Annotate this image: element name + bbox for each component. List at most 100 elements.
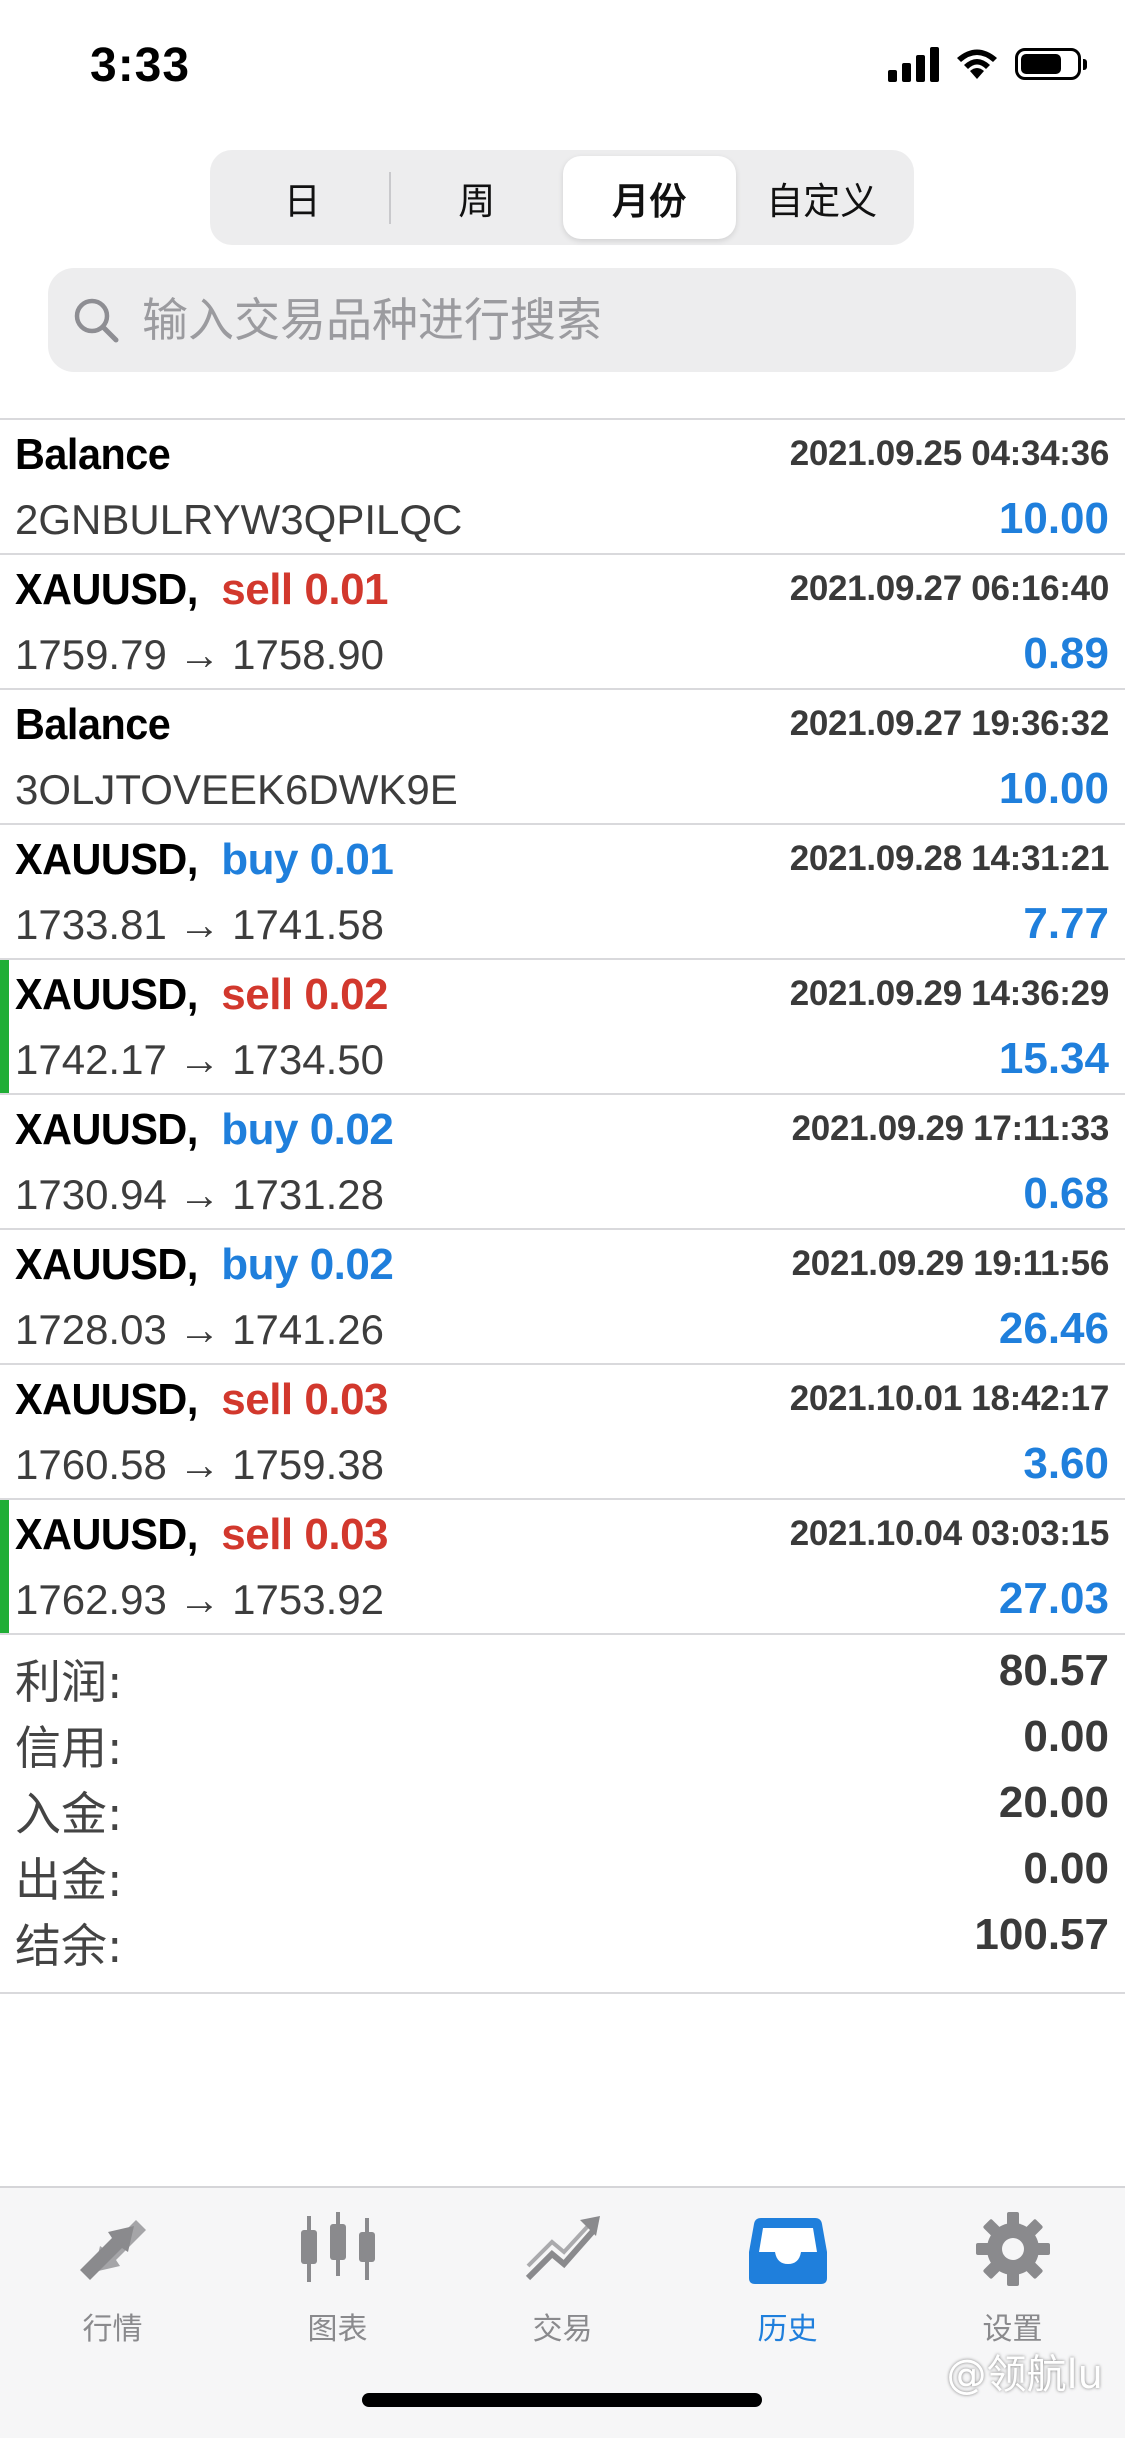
history-row[interactable]: XAUUSD, sell 0.01 2021.09.27 06:16:40 17… (0, 553, 1125, 688)
row-symbol: XAUUSD, (15, 835, 198, 884)
row-title: XAUUSD, buy 0.01 (15, 835, 394, 885)
trade-icon (525, 2216, 600, 2281)
settings-icon (975, 2212, 1050, 2286)
tab-label: 图表 (307, 2312, 368, 2347)
summary-value: 20.00 (998, 1778, 1109, 1827)
watermark: @领航lu (946, 2352, 1103, 2398)
row-detail: 2GNBULRYW3QPILQC (15, 496, 463, 543)
search-icon (74, 298, 119, 343)
row-title: XAUUSD, buy 0.02 (15, 1240, 394, 1290)
tab-history[interactable]: 历史 (675, 2208, 900, 2358)
segment-week[interactable]: 周 (391, 156, 564, 239)
summary-balance: 结余: 100.57 (0, 1900, 1125, 1973)
row-amount: 3.60 (1023, 1439, 1109, 1488)
row-amount: 7.77 (1023, 899, 1109, 948)
row-detail: 3OLJTOVEEK6DWK9E (15, 766, 458, 813)
cellular-signal-icon (888, 46, 939, 82)
history-row[interactable]: XAUUSD, buy 0.01 2021.09.28 14:31:21 173… (0, 823, 1125, 958)
tab-quotes[interactable]: 行情 (0, 2208, 225, 2358)
row-amount: 15.34 (998, 1034, 1109, 1083)
row-symbol: XAUUSD, (15, 565, 198, 614)
row-date: 2021.09.29 14:36:29 (789, 974, 1110, 1013)
history-row[interactable]: Balance 2021.09.27 19:36:32 3OLJTOVEEK6D… (0, 688, 1125, 823)
segment-month[interactable]: 月份 (563, 156, 736, 239)
history-row[interactable]: XAUUSD, buy 0.02 2021.09.29 19:11:56 172… (0, 1228, 1125, 1363)
search-input[interactable] (140, 292, 1024, 348)
row-date: 2021.09.29 19:11:56 (791, 1244, 1110, 1283)
home-indicator[interactable] (362, 2393, 762, 2407)
summary-value: 80.57 (998, 1646, 1109, 1695)
status-icons (888, 46, 1087, 82)
row-date: 2021.09.28 14:31:21 (789, 839, 1110, 878)
summary-profit: 利润: 80.57 (0, 1636, 1125, 1709)
search-bar[interactable] (48, 268, 1076, 372)
summary-value: 100.57 (974, 1910, 1109, 1959)
row-side: sell 0.03 (221, 1510, 389, 1559)
row-title: XAUUSD, sell 0.01 (15, 565, 389, 615)
row-detail: 1730.94 → 1731.28 (15, 1171, 384, 1218)
row-symbol: Balance (15, 700, 171, 749)
row-title: XAUUSD, sell 0.02 (15, 970, 389, 1020)
row-date: 2021.09.25 04:34:36 (789, 434, 1110, 473)
row-symbol: Balance (15, 430, 171, 479)
row-side: sell 0.03 (221, 1375, 389, 1424)
row-symbol: XAUUSD, (15, 1105, 198, 1154)
segment-custom[interactable]: 自定义 (736, 156, 909, 239)
segment-day[interactable]: 日 (216, 156, 389, 239)
row-detail: 1728.03 → 1741.26 (15, 1306, 384, 1353)
row-date: 2021.10.01 18:42:17 (789, 1379, 1110, 1418)
tab-trade[interactable]: 交易 (450, 2208, 675, 2358)
row-side: sell 0.02 (221, 970, 389, 1019)
row-title: XAUUSD, buy 0.02 (15, 1105, 394, 1155)
row-symbol: XAUUSD, (15, 1375, 198, 1424)
summary-label: 结余: (15, 1919, 123, 1973)
summary-value: 0.00 (1023, 1844, 1109, 1893)
history-row[interactable]: XAUUSD, sell 0.03 2021.10.04 03:03:15 17… (0, 1498, 1125, 1635)
battery-icon (1015, 48, 1087, 80)
tab-settings[interactable]: 设置 (900, 2208, 1125, 2358)
tab-chart[interactable]: 图表 (225, 2208, 450, 2358)
row-symbol: XAUUSD, (15, 1510, 198, 1559)
row-detail: 1762.93 → 1753.92 (15, 1576, 384, 1623)
row-side: sell 0.01 (221, 565, 389, 614)
row-amount: 10.00 (998, 494, 1109, 543)
history-row[interactable]: XAUUSD, sell 0.03 2021.10.01 18:42:17 17… (0, 1363, 1125, 1498)
quotes-icon (79, 2220, 146, 2280)
summary-withdrawal: 出金: 0.00 (0, 1834, 1125, 1907)
summary-deposit: 入金: 20.00 (0, 1768, 1125, 1841)
row-date: 2021.09.27 06:16:40 (789, 569, 1110, 608)
summary-section: 利润: 80.57 信用: 0.00 入金: 20.00 出金: 0.00 结余… (0, 1636, 1125, 1994)
history-row[interactable]: XAUUSD, buy 0.02 2021.09.29 17:11:33 173… (0, 1093, 1125, 1228)
history-row[interactable]: Balance 2021.09.25 04:34:36 2GNBULRYW3QP… (0, 418, 1125, 553)
row-detail: 1760.58 → 1759.38 (15, 1441, 384, 1488)
tab-label: 历史 (757, 2312, 818, 2347)
row-date: 2021.10.04 03:03:15 (789, 1514, 1110, 1553)
row-title: Balance (15, 700, 180, 750)
row-detail: 1733.81 → 1741.58 (15, 901, 384, 948)
row-title: XAUUSD, sell 0.03 (15, 1375, 389, 1425)
row-amount: 10.00 (998, 764, 1109, 813)
row-amount: 0.89 (1023, 629, 1109, 678)
summary-credit: 信用: 0.00 (0, 1702, 1125, 1775)
status-bar: 3:33 (0, 0, 1125, 140)
row-title: Balance (15, 430, 180, 480)
row-amount: 26.46 (998, 1304, 1109, 1353)
history-icon (748, 2218, 827, 2284)
period-segmented-control: 日 周 月份 自定义 (210, 150, 914, 245)
tab-label: 交易 (532, 2312, 593, 2347)
row-date: 2021.09.29 17:11:33 (791, 1109, 1110, 1148)
row-title: XAUUSD, sell 0.03 (15, 1510, 389, 1560)
row-symbol: XAUUSD, (15, 1240, 198, 1289)
summary-value: 0.00 (1023, 1712, 1109, 1761)
row-marker (0, 960, 9, 1093)
history-list: Balance 2021.09.25 04:34:36 2GNBULRYW3QP… (0, 418, 1125, 1635)
row-symbol: XAUUSD, (15, 970, 198, 1019)
row-date: 2021.09.27 19:36:32 (789, 704, 1110, 743)
history-row[interactable]: XAUUSD, sell 0.02 2021.09.29 14:36:29 17… (0, 958, 1125, 1093)
row-side: buy 0.02 (221, 1240, 394, 1289)
row-detail: 1742.17 → 1734.50 (15, 1036, 384, 1083)
tab-label: 行情 (82, 2312, 143, 2347)
row-amount: 27.03 (998, 1574, 1109, 1623)
status-time: 3:33 (90, 39, 191, 92)
row-detail: 1759.79 → 1758.90 (15, 631, 384, 678)
